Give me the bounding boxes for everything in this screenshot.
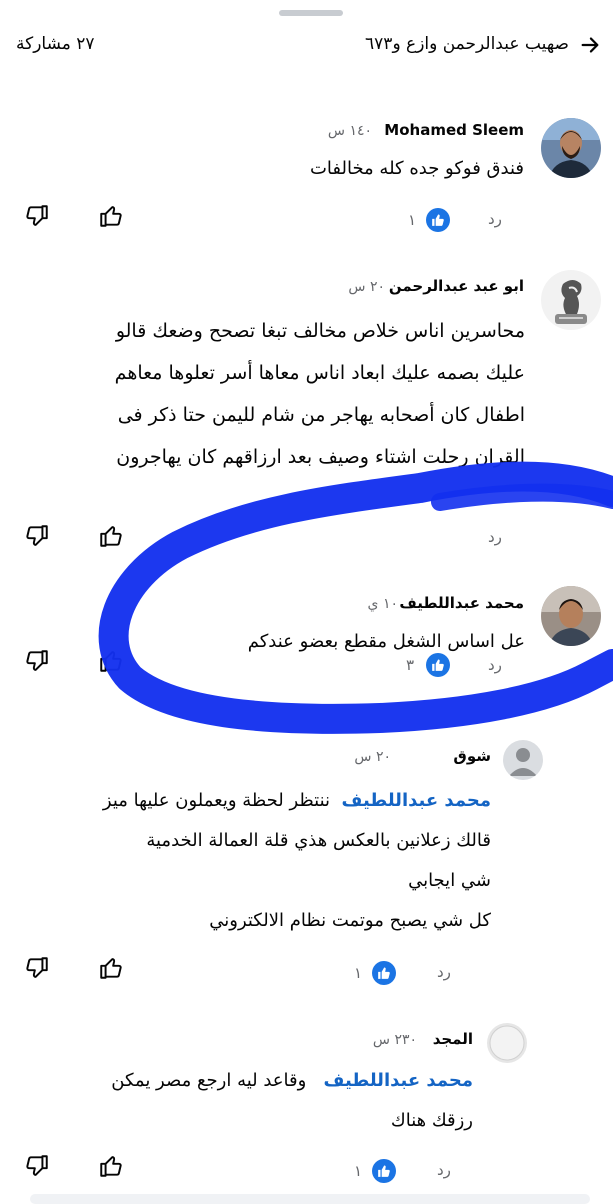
comment-author[interactable]: ابو عبد عبدالرحمن	[389, 277, 524, 295]
mention-link[interactable]: محمد عبداللطيف	[342, 790, 491, 811]
comment-line: القران رحلت اشتاء وصيف بعد ارزاقهم كان ي…	[116, 446, 525, 468]
shares-count[interactable]: ٢٧ مشاركة	[16, 34, 95, 54]
comment-composer-edge[interactable]	[30, 1194, 590, 1204]
avatar[interactable]	[487, 1023, 527, 1063]
avatar[interactable]	[541, 118, 601, 178]
reply-button[interactable]: رد	[488, 656, 502, 674]
sheet-drag-handle[interactable]	[279, 10, 343, 16]
comment-line: محمد عبداللطيف ننتظر لحظة ويعملون عليها …	[103, 781, 491, 821]
thumbs-up-icon[interactable]	[98, 523, 124, 549]
comment-time: ١٠ ي	[367, 596, 398, 612]
comment-text: محاسرين اناس خلاص مخالف تبغا تصحح وضعك ق…	[115, 310, 525, 478]
avatar[interactable]	[503, 740, 543, 780]
comment-line: كل شي يصبح موتمت نظام الالكتروني	[209, 910, 491, 931]
thumbs-up-icon[interactable]	[98, 203, 124, 229]
comment-time: ٢٣٠ س	[372, 1032, 417, 1048]
avatar[interactable]	[541, 586, 601, 646]
comment-line: محمد عبداللطيف وقاعد ليه ارجع مصر يمكن	[111, 1061, 473, 1101]
comment-line: عل اساس الشغل مقطع بعضو عندكم	[247, 631, 525, 652]
back-arrow-icon[interactable]	[579, 34, 601, 56]
mention-link[interactable]: محمد عبداللطيف	[324, 1070, 473, 1091]
avatar[interactable]	[541, 270, 601, 330]
comment-text: فندق فوكو جده كله مخالفات	[310, 149, 524, 189]
thumbs-up-icon[interactable]	[98, 1153, 124, 1179]
thumbs-up-icon[interactable]	[98, 955, 124, 981]
thumbs-up-icon[interactable]	[98, 648, 124, 674]
comment-line: قالك زعلانين بالعكس هذي قلة العمالة الخد…	[146, 830, 491, 851]
like-badge-icon	[426, 208, 450, 232]
like-count[interactable]: ١	[408, 211, 416, 229]
comment-text-part: وقاعد ليه ارجع مصر يمكن	[111, 1070, 307, 1091]
comment-author[interactable]: شوق	[453, 747, 491, 765]
reply-button[interactable]: رد	[437, 1161, 451, 1179]
comment-text: محمد عبداللطيف وقاعد ليه ارجع مصر يمكن ر…	[111, 1061, 473, 1141]
reply-button[interactable]: رد	[437, 963, 451, 981]
like-count[interactable]: ١	[354, 1162, 362, 1180]
comment-time: ٢٠ س	[354, 749, 391, 765]
comment-author[interactable]: Mohamed Sleem	[384, 121, 524, 139]
comment-line: اطفال كان أصحابه يهاجر من شام لليمن حتا …	[117, 404, 525, 426]
thumbs-down-icon[interactable]	[24, 203, 50, 229]
thumbs-down-icon[interactable]	[24, 648, 50, 674]
comment-line: رزقك هناك	[390, 1110, 473, 1131]
like-badge-icon	[426, 653, 450, 677]
comment-line: محاسرين اناس خلاص مخالف تبغا تصحح وضعك ق…	[115, 320, 525, 342]
comment-line: فندق فوكو جده كله مخالفات	[309, 158, 524, 179]
reply-button[interactable]: رد	[488, 528, 502, 546]
comment-text: عل اساس الشغل مقطع بعضو عندكم	[248, 622, 525, 662]
default-avatar-icon	[503, 740, 543, 780]
comment-author[interactable]: المجد	[433, 1030, 473, 1048]
comment-line: شي ايجابي	[408, 870, 491, 891]
comment-text-part: ننتظر لحظة ويعملون عليها ميز	[102, 790, 331, 811]
thumbs-down-icon[interactable]	[24, 1153, 50, 1179]
thumbs-down-icon[interactable]	[24, 523, 50, 549]
comment-text: محمد عبداللطيف ننتظر لحظة ويعملون عليها …	[103, 781, 491, 941]
thumbs-down-icon[interactable]	[24, 955, 50, 981]
comment-line: عليك بصمه عليك ابعاد اناس معاها أسر تعلو…	[114, 362, 525, 384]
comment-time: ١٤٠ س	[327, 123, 372, 139]
like-badge-icon	[372, 1159, 396, 1183]
like-count[interactable]: ١	[354, 964, 362, 982]
like-badge-icon	[372, 961, 396, 985]
like-count[interactable]: ٣	[406, 656, 414, 674]
reactions-summary[interactable]: صهيب عبدالرحمن وازع و٦٧٣	[365, 34, 569, 54]
comment-author[interactable]: محمد عبداللطيف	[399, 594, 524, 612]
reply-button[interactable]: رد	[488, 210, 502, 228]
comment-time: ٢٠ س	[348, 279, 385, 295]
